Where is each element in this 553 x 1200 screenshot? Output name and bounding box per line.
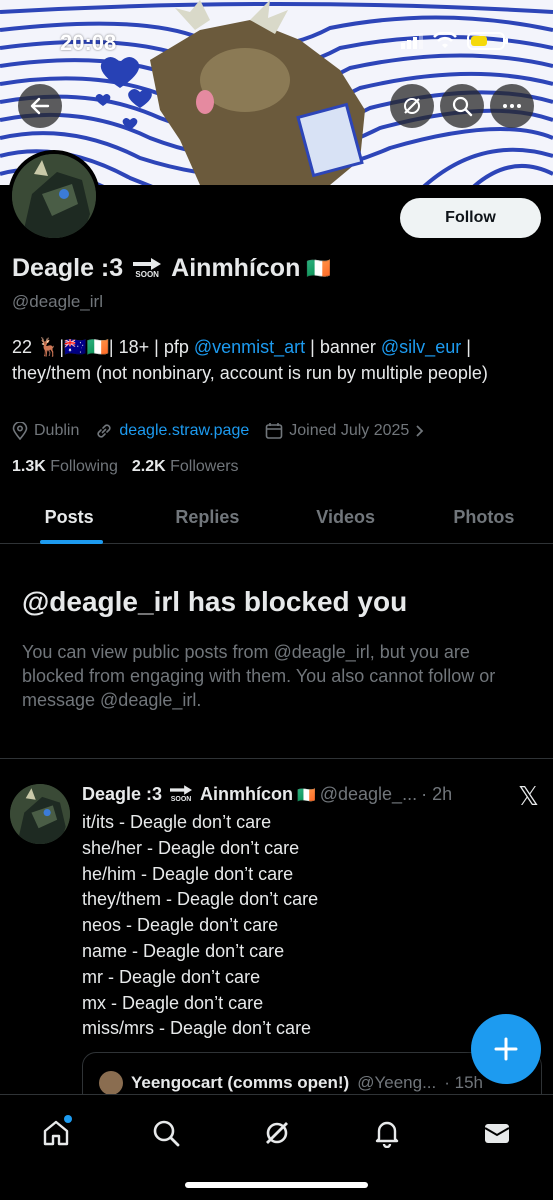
more-button[interactable] — [490, 84, 534, 128]
post-line: neos - Deagle don’t care — [82, 915, 279, 936]
profile-handle: @deagle_irl — [12, 292, 103, 311]
location-text: Dublin — [34, 422, 80, 439]
nav-grok[interactable] — [257, 1113, 297, 1153]
post-line: he/him - Deagle don’t care — [82, 863, 294, 884]
more-icon — [503, 104, 521, 108]
chevron-right-icon — [416, 425, 424, 437]
profile-display-name: Deagle :3 SOON Ainmhícon 🇮🇪 — [12, 254, 331, 283]
tab-replies[interactable]: Replies — [138, 492, 276, 543]
bell-icon — [375, 1121, 399, 1148]
joined[interactable]: Joined July 2025 — [265, 422, 425, 440]
quote-author: Yeengocart (comms open!) — [131, 1073, 350, 1092]
arrow-left-icon — [30, 97, 50, 115]
post-author-name2[interactable]: Ainmhícon — [200, 784, 293, 805]
home-indicator — [185, 1182, 368, 1188]
signal-icon — [401, 33, 423, 49]
soon-label: SOON — [135, 270, 159, 279]
display-name-part2: Ainmhícon — [171, 254, 301, 282]
quote-header: Yeengocart (comms open!) @Yeeng... · 15h — [99, 1071, 483, 1095]
quote-time: · 15h — [444, 1073, 483, 1092]
followers-label: Followers — [170, 458, 239, 475]
profile-tabs: Posts Replies Videos Photos — [0, 492, 553, 544]
post-handle[interactable]: @deagle_... — [320, 784, 417, 805]
tab-posts[interactable]: Posts — [0, 492, 138, 544]
arrow-right-icon — [133, 258, 162, 270]
website-link[interactable]: deagle.straw.page — [119, 422, 249, 440]
compose-button[interactable] — [471, 1014, 541, 1084]
home-notification-dot — [64, 1115, 72, 1123]
post-time: · 2h — [421, 784, 453, 804]
post-body: it/its - Deagle don’t care she/her - Dea… — [82, 810, 318, 1042]
following-count: 1.3K — [12, 458, 46, 475]
post-avatar[interactable] — [10, 784, 70, 844]
display-name-part1: Deagle :3 — [12, 254, 124, 282]
search-icon — [452, 96, 473, 117]
post-line: mr - Deagle don’t care — [82, 966, 261, 987]
follow-button[interactable]: Follow — [400, 198, 541, 238]
followers-count: 2.2K — [131, 458, 166, 475]
profile-bio: 22 🦌|🇦🇺🇮🇪| 18+ | pfp @venmist_art | bann… — [12, 334, 542, 386]
soon-emoji: SOON — [133, 258, 162, 279]
following-label: Following — [50, 458, 118, 475]
link-icon — [97, 424, 111, 438]
wifi-icon — [433, 32, 457, 48]
nav-search[interactable] — [146, 1113, 186, 1153]
post-line: they/them - Deagle don’t care — [82, 889, 319, 910]
quote-handle: @Yeeng... — [357, 1073, 437, 1092]
blocked-description: You can view public posts from @deagle_i… — [22, 642, 496, 710]
battery-icon — [467, 32, 508, 50]
bio-middle: | banner — [305, 337, 381, 357]
following-link[interactable]: 1.3K Following — [12, 458, 118, 476]
profile-meta: Dublin deagle.straw.page Joined July 202… — [12, 422, 425, 440]
post-soon-label: SOON — [170, 796, 192, 803]
back-button[interactable] — [18, 84, 62, 128]
tab-photos[interactable]: Photos — [415, 492, 553, 543]
post-line: miss/mrs - Deagle don’t care — [82, 1018, 312, 1039]
blocked-title: @deagle_irl has blocked you — [22, 586, 408, 617]
location: Dublin — [12, 422, 79, 440]
divider — [0, 758, 553, 759]
post-line: mx - Deagle don’t care — [82, 992, 264, 1013]
joined-text: Joined July 2025 — [289, 422, 410, 439]
search-icon — [153, 1120, 180, 1147]
post-header: Deagle :3 SOON Ainmhícon 🇮🇪 @deagle_... … — [82, 784, 452, 805]
bio-prefix: 22 🦌|🇦🇺🇮🇪| 18+ | pfp — [12, 337, 194, 357]
location-icon — [12, 422, 28, 440]
followers-link[interactable]: 2.2K Followers — [132, 458, 239, 476]
grok-icon — [266, 1122, 288, 1144]
profile-avatar[interactable] — [8, 150, 100, 242]
status-icons — [401, 32, 508, 50]
calendar-icon — [265, 423, 283, 439]
search-button[interactable] — [440, 84, 484, 128]
flag-emoji: 🇮🇪 — [306, 258, 332, 280]
post-author-name1[interactable]: Deagle :3 — [82, 784, 162, 805]
website[interactable]: deagle.straw.page — [95, 422, 249, 440]
status-time: 20:08 — [60, 30, 117, 55]
post-flag: 🇮🇪 — [297, 786, 316, 804]
x-logo-icon: 𝕏 — [518, 782, 539, 812]
grok-icon — [404, 98, 420, 114]
plus-icon — [494, 1037, 518, 1061]
post-line: she/her - Deagle don’t care — [82, 837, 300, 858]
nav-notifications[interactable] — [367, 1113, 407, 1153]
nav-home[interactable] — [36, 1113, 76, 1153]
bio-link-banner[interactable]: @silv_eur — [381, 337, 461, 357]
post-soon-emoji: SOON — [170, 785, 193, 804]
post-line: name - Deagle don’t care — [82, 940, 285, 961]
follow-counts: 1.3K Following 2.2K Followers — [12, 458, 239, 476]
post-line: it/its - Deagle don’t care — [82, 812, 272, 832]
status-bar: 20:08 — [0, 24, 553, 60]
tab-videos[interactable]: Videos — [277, 492, 415, 543]
nav-messages[interactable] — [477, 1113, 517, 1153]
bio-link-pfp[interactable]: @venmist_art — [194, 337, 305, 357]
grok-button[interactable] — [390, 84, 434, 128]
arrow-right-icon — [170, 785, 193, 795]
mail-icon — [484, 1124, 510, 1143]
quote-avatar — [99, 1071, 123, 1095]
